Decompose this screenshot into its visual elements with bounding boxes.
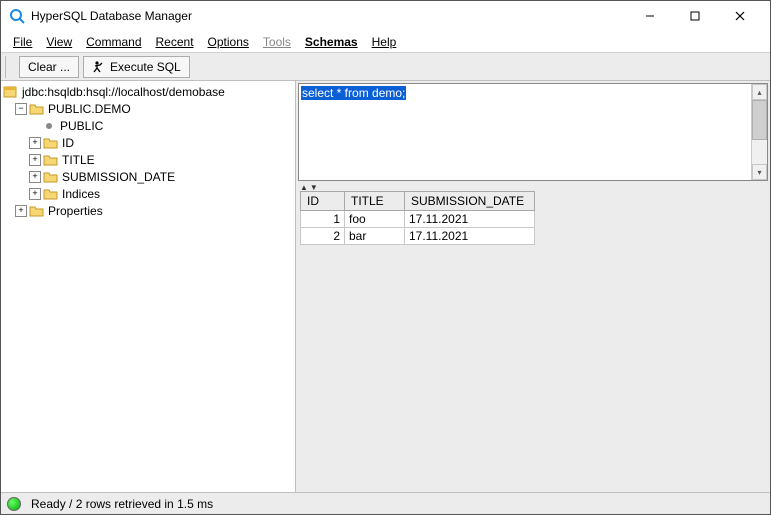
sql-selection: select * from demo; (301, 86, 406, 100)
cell-id: 1 (301, 211, 345, 228)
cell-id: 2 (301, 228, 345, 245)
collapse-icon[interactable]: − (15, 103, 27, 115)
schema-tree-pane: jdbc:hsqldb:hsql://localhost/demobase − … (1, 81, 296, 492)
sql-editor[interactable]: select * from demo; ▴ ▾ (298, 83, 768, 181)
dot-icon (41, 118, 57, 134)
tree-properties[interactable]: + Properties (1, 202, 295, 219)
menu-options[interactable]: Options (202, 33, 255, 51)
window-title: HyperSQL Database Manager (31, 9, 627, 23)
tree-schema-label: PUBLIC.DEMO (48, 102, 131, 116)
status-light-icon (7, 497, 21, 511)
menu-command[interactable]: Command (80, 33, 147, 51)
menu-tools: Tools (257, 33, 297, 51)
tree-col-title[interactable]: + TITLE (1, 151, 295, 168)
toolbar-separator (5, 56, 13, 78)
run-icon (92, 60, 106, 74)
scroll-thumb[interactable] (752, 100, 767, 140)
main-area: jdbc:hsqldb:hsql://localhost/demobase − … (1, 81, 770, 492)
menu-view[interactable]: View (40, 33, 78, 51)
col-header-title[interactable]: TITLE (345, 192, 405, 211)
results-table[interactable]: ID TITLE SUBMISSION_DATE 1 foo 17.11.202… (300, 191, 535, 245)
tree-indices[interactable]: + Indices (1, 185, 295, 202)
cell-title: foo (345, 211, 405, 228)
status-text: Ready / 2 rows retrieved in 1.5 ms (31, 497, 213, 511)
expand-icon[interactable]: + (15, 205, 27, 217)
toolbar: Clear ... Execute SQL (1, 53, 770, 81)
tree-public-label: PUBLIC (60, 119, 103, 133)
sql-text[interactable]: select * from demo; (299, 84, 751, 180)
schema-tree[interactable]: jdbc:hsqldb:hsql://localhost/demobase − … (1, 81, 295, 492)
tree-col-id-label: ID (62, 136, 74, 150)
table-row[interactable]: 1 foo 17.11.2021 (301, 211, 535, 228)
tree-col-date-label: SUBMISSION_DATE (62, 170, 175, 184)
cell-date: 17.11.2021 (405, 228, 535, 245)
folder-icon (29, 101, 45, 117)
execute-button-label: Execute SQL (110, 60, 181, 74)
expand-icon[interactable]: + (29, 188, 41, 200)
tree-root[interactable]: jdbc:hsqldb:hsql://localhost/demobase (1, 83, 295, 100)
table-row[interactable]: 2 bar 17.11.2021 (301, 228, 535, 245)
cell-title: bar (345, 228, 405, 245)
folder-icon (43, 169, 59, 185)
sql-scrollbar[interactable]: ▴ ▾ (751, 84, 767, 180)
menu-file[interactable]: File (7, 33, 38, 51)
tree-public[interactable]: PUBLIC (1, 117, 295, 134)
splitter[interactable]: ▲ ▼ (296, 183, 770, 191)
cell-date: 17.11.2021 (405, 211, 535, 228)
tree-col-id[interactable]: + ID (1, 134, 295, 151)
close-button[interactable] (717, 2, 762, 30)
folder-icon (43, 186, 59, 202)
menu-bar: File View Command Recent Options Tools S… (1, 31, 770, 53)
menu-help[interactable]: Help (366, 33, 403, 51)
window-controls (627, 2, 762, 30)
col-header-date[interactable]: SUBMISSION_DATE (405, 192, 535, 211)
database-icon (3, 84, 19, 100)
minimize-button[interactable] (627, 2, 672, 30)
right-pane: select * from demo; ▴ ▾ ▲ ▼ ID TITLE SUB… (296, 81, 770, 492)
menu-schemas[interactable]: Schemas (299, 33, 364, 51)
maximize-button[interactable] (672, 2, 717, 30)
status-bar: Ready / 2 rows retrieved in 1.5 ms (1, 492, 770, 514)
tree-schema[interactable]: − PUBLIC.DEMO (1, 100, 295, 117)
table-header-row: ID TITLE SUBMISSION_DATE (301, 192, 535, 211)
clear-button[interactable]: Clear ... (19, 56, 79, 78)
col-header-id[interactable]: ID (301, 192, 345, 211)
clear-button-label: Clear ... (28, 60, 70, 74)
scroll-down-icon[interactable]: ▾ (752, 164, 767, 180)
tree-root-label: jdbc:hsqldb:hsql://localhost/demobase (22, 85, 225, 99)
expand-icon[interactable]: + (29, 154, 41, 166)
app-icon (9, 8, 25, 24)
tree-properties-label: Properties (48, 204, 103, 218)
execute-sql-button[interactable]: Execute SQL (83, 56, 190, 78)
title-bar: HyperSQL Database Manager (1, 1, 770, 31)
tree-col-title-label: TITLE (62, 153, 95, 167)
scroll-up-icon[interactable]: ▴ (752, 84, 767, 100)
menu-recent[interactable]: Recent (150, 33, 200, 51)
tree-col-date[interactable]: + SUBMISSION_DATE (1, 168, 295, 185)
expand-icon[interactable]: + (29, 171, 41, 183)
folder-icon (43, 152, 59, 168)
results-pane: ID TITLE SUBMISSION_DATE 1 foo 17.11.202… (298, 191, 768, 490)
folder-icon (29, 203, 45, 219)
tree-indices-label: Indices (62, 187, 100, 201)
folder-icon (43, 135, 59, 151)
expand-icon[interactable]: + (29, 137, 41, 149)
